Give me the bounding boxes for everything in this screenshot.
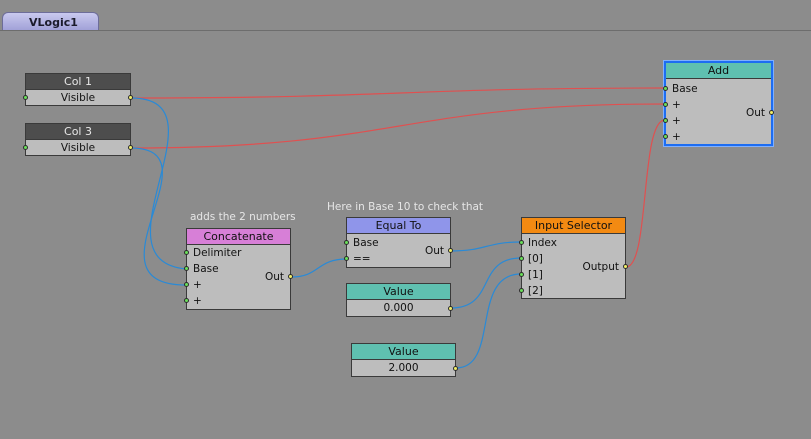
node-input-selector-port-output[interactable] [623, 264, 628, 269]
node-equalto-comment: Here in Base 10 to check that [327, 201, 484, 213]
node-concatenate-port-base[interactable] [184, 266, 189, 271]
node-concatenate-input-plus-1: + [193, 279, 202, 291]
wire-col3-to-add-plus [130, 103, 666, 149]
node-value-1-value[interactable]: 0.000 [347, 301, 450, 315]
node-value-2[interactable]: Value 2.000 [351, 343, 458, 377]
node-concatenate-port-plus-1[interactable] [184, 282, 189, 287]
node-add-port-plus-2[interactable] [663, 118, 668, 123]
node-value-1[interactable]: Value 0.000 [346, 283, 453, 317]
node-value-2-value[interactable]: 2.000 [352, 361, 455, 375]
node-concatenate-comment: adds the 2 numbers [190, 211, 296, 223]
node-add-port-base[interactable] [663, 86, 668, 91]
node-add-title: Add [666, 63, 771, 79]
node-equal-to-port-base[interactable] [344, 240, 349, 245]
node-input-selector[interactable]: Input Selector Index [0] [1] [2] Output [519, 217, 628, 299]
node-input-selector-port-1[interactable] [519, 272, 524, 277]
node-equal-to[interactable]: Equal To Base == Out [344, 217, 453, 268]
node-concatenate-input-delimiter: Delimiter [193, 247, 242, 259]
node-equal-to-input-eq: == [353, 253, 371, 265]
wire-value1-to-inputselector [450, 257, 522, 309]
node-col1-output-visible: Visible [60, 92, 96, 104]
node-equal-to-input-base: Base [353, 237, 379, 249]
node-concatenate-title: Concatenate [187, 229, 290, 245]
node-add-port-plus-3[interactable] [663, 134, 668, 139]
node-input-selector-input-index: Index [528, 237, 557, 249]
node-value-2-port-out[interactable] [453, 366, 458, 371]
node-input-selector-port-index[interactable] [519, 240, 524, 245]
node-input-selector-input-0: [0] [528, 253, 543, 265]
wire-col1-to-concatenate [130, 97, 187, 270]
node-input-selector-port-2[interactable] [519, 288, 524, 293]
node-input-selector-output: Output [582, 261, 619, 273]
node-concatenate-input-plus-2: + [193, 295, 202, 307]
node-input-selector-input-2: [2] [528, 285, 543, 297]
node-input-selector-port-0[interactable] [519, 256, 524, 261]
wire-equalto-to-inputselector [450, 241, 522, 252]
node-value-1-port-out[interactable] [448, 306, 453, 311]
node-add-input-base: Base [672, 83, 698, 95]
wire-inputselector-to-add-plus [625, 119, 666, 268]
node-concatenate-port-delimiter[interactable] [184, 250, 189, 255]
node-add-input-plus-1: + [672, 99, 681, 111]
node-equal-to-output-out: Out [424, 245, 444, 257]
node-col3-input-port[interactable] [23, 145, 28, 150]
node-add[interactable]: Add Base + + + Out [663, 61, 774, 146]
node-col1-output-port[interactable] [128, 95, 133, 100]
node-add-input-plus-3: + [672, 131, 681, 143]
node-input-selector-title: Input Selector [522, 218, 625, 234]
node-col3-output-visible: Visible [60, 142, 96, 154]
node-equal-to-port-out[interactable] [448, 248, 453, 253]
node-add-port-out[interactable] [769, 110, 774, 115]
node-concatenate-port-plus-2[interactable] [184, 298, 189, 303]
node-add-port-plus-1[interactable] [663, 102, 668, 107]
node-col3-output-port[interactable] [128, 145, 133, 150]
node-concatenate-output-out: Out [264, 271, 284, 283]
wire-col3-to-concatenate [130, 147, 187, 286]
node-value-2-title: Value [352, 344, 455, 360]
node-value-1-title: Value [347, 284, 450, 300]
node-col1[interactable]: Col 1 Visible [23, 73, 133, 106]
node-add-output-out: Out [745, 107, 765, 119]
node-equal-to-title: Equal To [347, 218, 450, 234]
node-concatenate-input-base: Base [193, 263, 219, 275]
node-concatenate[interactable]: Concatenate Delimiter Base + + Out [184, 228, 293, 310]
node-input-selector-input-1: [1] [528, 269, 543, 281]
node-col1-title: Col 1 [26, 74, 130, 90]
node-col1-input-port[interactable] [23, 95, 28, 100]
wire-value2-to-inputselector [455, 273, 522, 369]
wire-col1-to-add-base [130, 87, 666, 99]
node-equal-to-port-eq[interactable] [344, 256, 349, 261]
node-col3[interactable]: Col 3 Visible [23, 123, 133, 156]
node-add-input-plus-2: + [672, 115, 681, 127]
node-concatenate-port-out[interactable] [288, 274, 293, 279]
wire-concatenate-to-equalto [290, 258, 348, 278]
node-col3-title: Col 3 [26, 124, 130, 140]
